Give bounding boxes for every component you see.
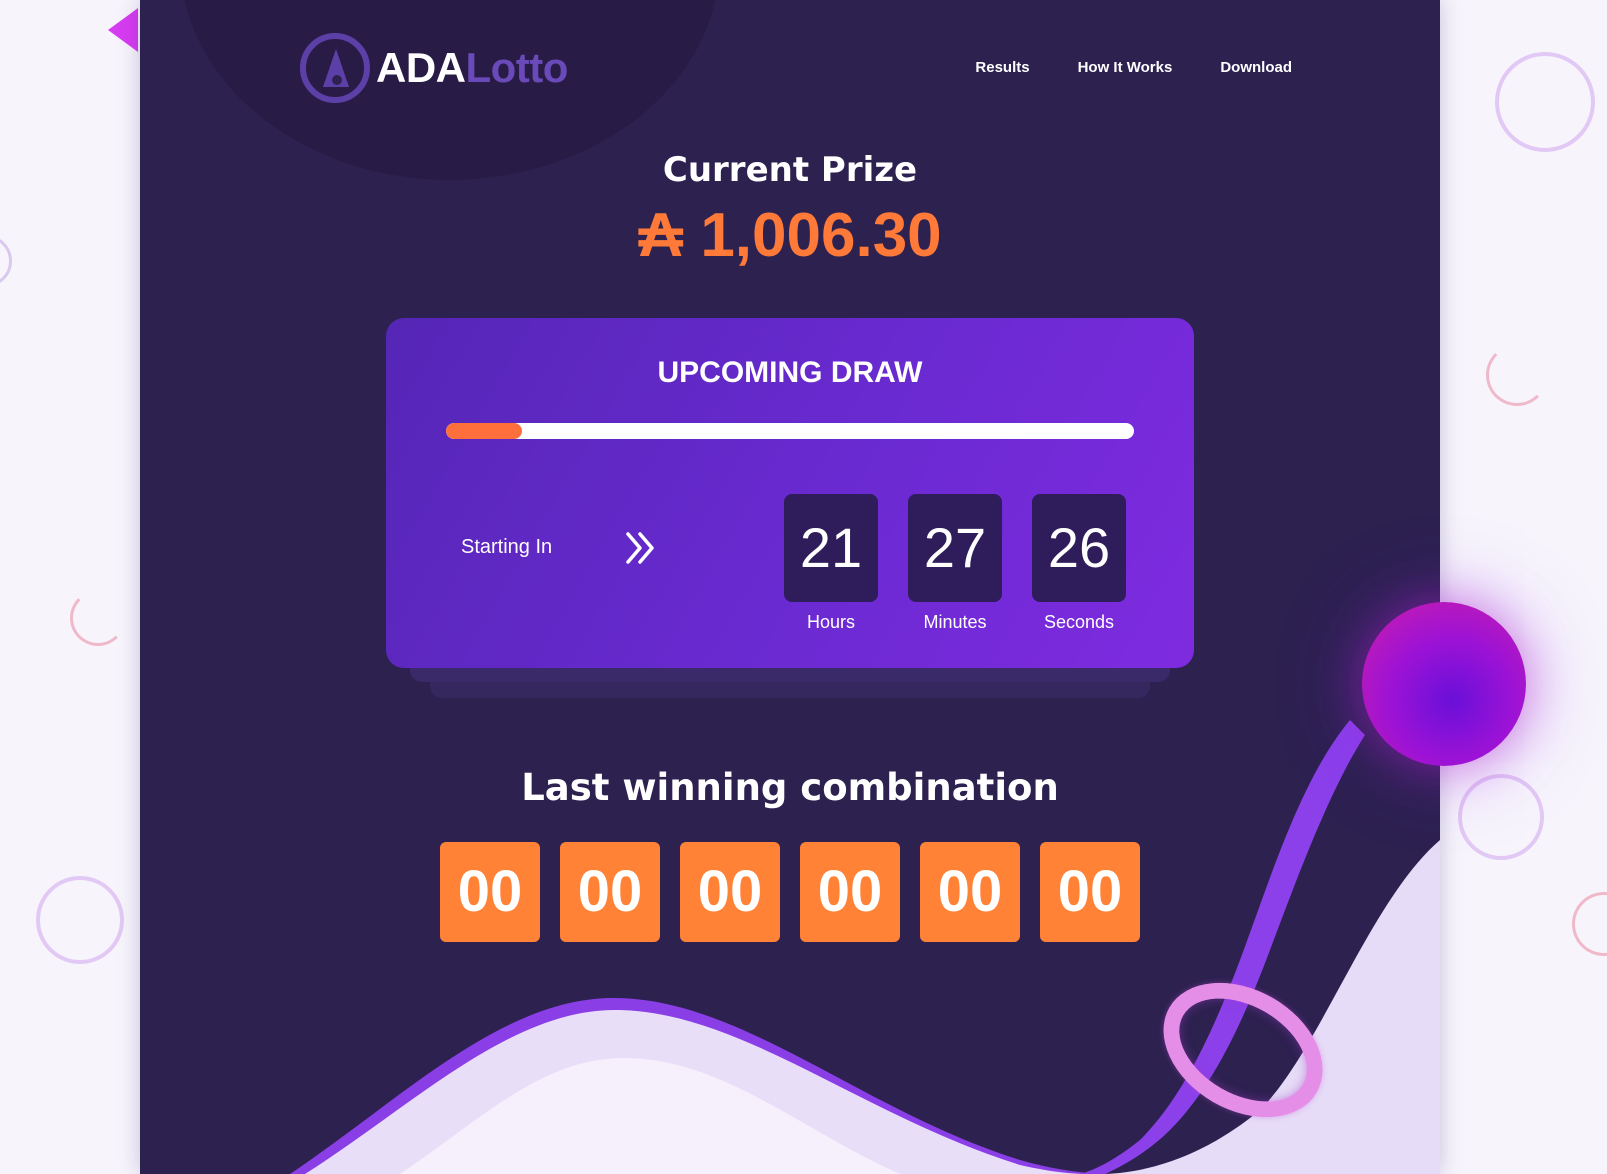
decorative-ring: [1486, 344, 1548, 406]
starting-in-label: Starting In: [461, 536, 553, 558]
decorative-ring: [70, 590, 126, 646]
countdown-minutes-value: 27: [908, 494, 1002, 602]
nav-link-how-it-works[interactable]: How It Works: [1078, 59, 1173, 76]
nav-link-download[interactable]: Download: [1220, 59, 1292, 76]
decorative-ring: [36, 876, 124, 964]
countdown-seconds-value: 26: [1032, 494, 1126, 602]
draw-progress-bar: [446, 423, 1134, 439]
ada-logo-icon: [300, 33, 370, 103]
countdown-hours: 21 Hours: [784, 494, 878, 633]
countdown-hours-value: 21: [784, 494, 878, 602]
countdown-minutes-label: Minutes: [923, 612, 987, 632]
decorative-orb: [1362, 602, 1526, 766]
prize-title: Current Prize: [662, 150, 918, 190]
upcoming-draw-card: UPCOMING DRAW Starting In 21 Hours 27 Mi…: [386, 318, 1194, 668]
winning-number: 00: [1040, 842, 1140, 942]
brand-name-primary: ADA: [376, 44, 466, 91]
winning-number: 00: [920, 842, 1020, 942]
nav-link-results[interactable]: Results: [975, 59, 1029, 76]
prize-amount: ₳ 1,006.30: [638, 201, 942, 270]
draw-progress-fill: [446, 423, 522, 439]
decorative-triangle: [108, 8, 138, 52]
countdown-hours-label: Hours: [806, 612, 855, 632]
countdown-minutes: 27 Minutes: [908, 494, 1002, 633]
winning-numbers: 00 00 00 00 00 00: [440, 842, 1140, 942]
decorative-ring: [1495, 52, 1595, 152]
brand-logo[interactable]: ADALotto: [300, 33, 568, 103]
top-nav: Results How It Works Download: [975, 59, 1292, 76]
decorative-ring: [0, 235, 12, 287]
last-winning-title: Last winning combination: [521, 766, 1059, 809]
brand-name: ADALotto: [376, 44, 568, 92]
countdown-seconds: 26 Seconds: [1032, 494, 1126, 633]
double-chevron-right-icon: [626, 532, 654, 564]
winning-number: 00: [680, 842, 780, 942]
winning-number: 00: [800, 842, 900, 942]
decorative-ring: [1572, 892, 1607, 956]
decorative-ring: [1458, 774, 1544, 860]
winning-number: 00: [440, 842, 540, 942]
winning-number: 00: [560, 842, 660, 942]
countdown-seconds-label: Seconds: [1043, 612, 1115, 632]
brand-name-secondary: Lotto: [465, 44, 569, 91]
upcoming-draw-title: UPCOMING DRAW: [657, 356, 923, 389]
